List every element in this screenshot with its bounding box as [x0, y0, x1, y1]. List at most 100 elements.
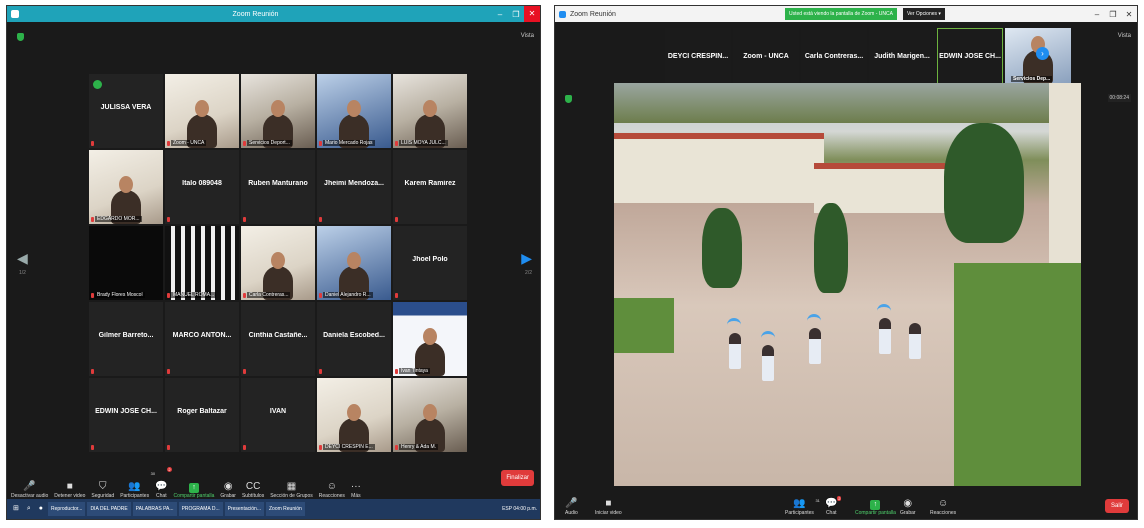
reacciones-button[interactable]: ☺ Reacciones [319, 469, 345, 499]
participant-tile[interactable]: Brady Flores Moscol [89, 226, 163, 300]
muted-mic-icon [167, 293, 170, 298]
maximize-button[interactable]: ❐ [1105, 10, 1121, 19]
strip-participant-tile[interactable]: Carla Contreras... [801, 28, 867, 84]
view-button[interactable]: Vista [521, 33, 534, 39]
participant-tile[interactable]: LUIS MOYA JULC... [393, 74, 467, 148]
compartir-pantalla-button[interactable]: ↑ Compartir pantalla [855, 500, 896, 516]
browser-icon[interactable]: ● [36, 502, 46, 516]
previous-page-icon[interactable]: ◀ [17, 250, 28, 267]
compartir-pantalla-button[interactable]: ↑ Compartir pantalla [174, 469, 214, 499]
participant-tile[interactable]: Jheimi Mendoza... [317, 150, 391, 224]
taskbar-item[interactable]: Presentación... [224, 502, 264, 516]
participant-name: Ruben Manturano [248, 180, 308, 187]
taskbar-item[interactable]: Reproductor... [48, 502, 86, 516]
participant-label: Zoom - UNCA [171, 140, 207, 146]
participant-tile[interactable]: Servicios Deport... [241, 74, 315, 148]
participant-tile[interactable]: Gilmer Barreto... [89, 302, 163, 376]
close-button[interactable]: ✕ [524, 6, 540, 22]
strip-participant-tile[interactable]: Judith Marigen... [869, 28, 935, 84]
muted-mic-icon [167, 445, 170, 450]
taskbar-item[interactable]: Zoom Reunión [265, 502, 305, 516]
participant-tile[interactable]: DEYCI CRESPIN E... [317, 378, 391, 452]
subti-tulos-button[interactable]: CC Subtítulos [242, 469, 264, 499]
participant-tile[interactable]: Daniel Alejandro R... [317, 226, 391, 300]
view-button[interactable]: Vista [1118, 33, 1131, 39]
participant-tile[interactable]: Roger Baltazar [165, 378, 239, 452]
desactivar-audio-button[interactable]: 🎤 Desactivar audio [11, 469, 48, 499]
seguridad-button[interactable]: ⛉ Seguridad [91, 469, 114, 499]
building-left [614, 133, 824, 203]
recording-timer: 00:08:24 [1107, 94, 1131, 102]
end-meeting-button[interactable]: Finalizar [501, 470, 534, 486]
chat-button[interactable]: 💬 2 Chat [155, 467, 172, 499]
participant-tile[interactable]: Ruben Manturano [241, 150, 315, 224]
desactivar-audio-icon: 🎤 [23, 481, 36, 492]
minimize-button[interactable]: – [492, 10, 508, 19]
subti-tulos-icon: CC [245, 481, 261, 492]
taskbar-item[interactable]: PALABRAS PA... [132, 502, 177, 516]
view-options-dropdown[interactable]: Ver Opciones ▾ [903, 8, 945, 20]
taskbar-item[interactable]: PROGRAMA D... [178, 502, 223, 516]
ma-s-button[interactable]: ··· Más [351, 469, 361, 499]
detener-video-button[interactable]: ■ Detener video [54, 469, 85, 499]
seccio-n-de-grupos-button[interactable]: ▦ Sección de Grupos [270, 469, 313, 499]
headdress [727, 318, 741, 332]
participant-tile[interactable]: Carla Contreras... [241, 226, 315, 300]
window-title: Zoom Reunión [570, 10, 616, 18]
next-page-icon[interactable]: ▶ [521, 250, 532, 267]
audio-button[interactable]: 🎤 Audio [565, 498, 578, 516]
participant-tile[interactable]: EDWIN JOSE CH... [89, 378, 163, 452]
headdress [807, 314, 821, 328]
tree [944, 123, 1024, 243]
participant-label: MANUEL ROMA... [171, 292, 217, 298]
participant-count: 31 [815, 498, 820, 503]
chat-icon: 💬 [155, 481, 168, 492]
participant-tile[interactable]: JULISSA VERA [89, 74, 163, 148]
compartir-pantalla-icon: ↑ [188, 483, 199, 493]
strip-participant-tile[interactable]: DEYCI CRESPIN... [665, 28, 731, 84]
participant-tile[interactable]: Cinthia Castañe... [241, 302, 315, 376]
chat-label: Chat [825, 510, 837, 516]
participantes-button[interactable]: 👥 31 Participantes [785, 498, 820, 516]
participant-tile[interactable]: Zoom - UNCA [165, 74, 239, 148]
participant-name: JULISSA VERA [100, 104, 152, 111]
participant-tile[interactable]: IVAN [241, 378, 315, 452]
dancer [762, 345, 774, 381]
grabar-button[interactable]: ◉ Grabar [900, 498, 916, 516]
reacciones-button[interactable]: ☺ Reacciones [930, 498, 956, 516]
participant-name: Karem Ramirez [404, 180, 456, 187]
participant-tile[interactable]: MARCO ANTON... [165, 302, 239, 376]
participant-tile[interactable]: Jhoel Polo [393, 226, 467, 300]
lawn-right [954, 263, 1081, 488]
iniciar-video-button[interactable]: ■ Iniciar video [595, 498, 622, 516]
start-icon[interactable]: ⊞ [10, 502, 22, 516]
participant-name: Daniela Escobed... [323, 332, 385, 339]
leave-meeting-button[interactable]: Salir [1104, 499, 1129, 513]
search-icon[interactable]: ⌕ [24, 502, 34, 516]
participant-tile[interactable]: Italo 089048 [165, 150, 239, 224]
strip-participant-tile[interactable]: Zoom - UNCA [733, 28, 799, 84]
participant-tile[interactable]: Daniela Escobed... [317, 302, 391, 376]
strip-next-icon[interactable]: › [1036, 47, 1049, 60]
participant-tile[interactable]: Ivan Tintaya [393, 302, 467, 376]
participant-tile[interactable]: Mario Mercado Rojas [317, 74, 391, 148]
participantes-button[interactable]: 👥 30 Participantes [120, 469, 155, 499]
participant-tile[interactable]: EDGARDO MOR... [89, 150, 163, 224]
muted-mic-icon [167, 141, 170, 146]
participant-tile[interactable]: MANUEL ROMA... [165, 226, 239, 300]
participant-tile[interactable]: Karem Ramirez [393, 150, 467, 224]
participant-tile[interactable]: Henry & Ada M. [393, 378, 467, 452]
muted-mic-icon [243, 217, 246, 222]
participantes-icon: 👥 [128, 481, 141, 492]
chat-badge: 2 [837, 496, 842, 501]
participant-label: DEYCI CRESPIN E... [323, 444, 375, 450]
maximize-button[interactable]: ❐ [508, 10, 524, 19]
chat-button[interactable]: 💬 2 Chat [825, 496, 842, 516]
participant-label: Carla Contreras... [247, 292, 291, 298]
strip-participant-tile[interactable]: EDWIN JOSE CH... [937, 28, 1003, 84]
grabar-button[interactable]: ◉ Grabar [220, 469, 236, 499]
minimize-button[interactable]: – [1089, 10, 1105, 19]
close-button[interactable]: ✕ [1121, 10, 1137, 19]
windows-taskbar: ⊞ ⌕ ● Reproductor... DIA DEL PADRE PALABRA… [7, 499, 540, 519]
taskbar-item[interactable]: DIA DEL PADRE [87, 502, 131, 516]
